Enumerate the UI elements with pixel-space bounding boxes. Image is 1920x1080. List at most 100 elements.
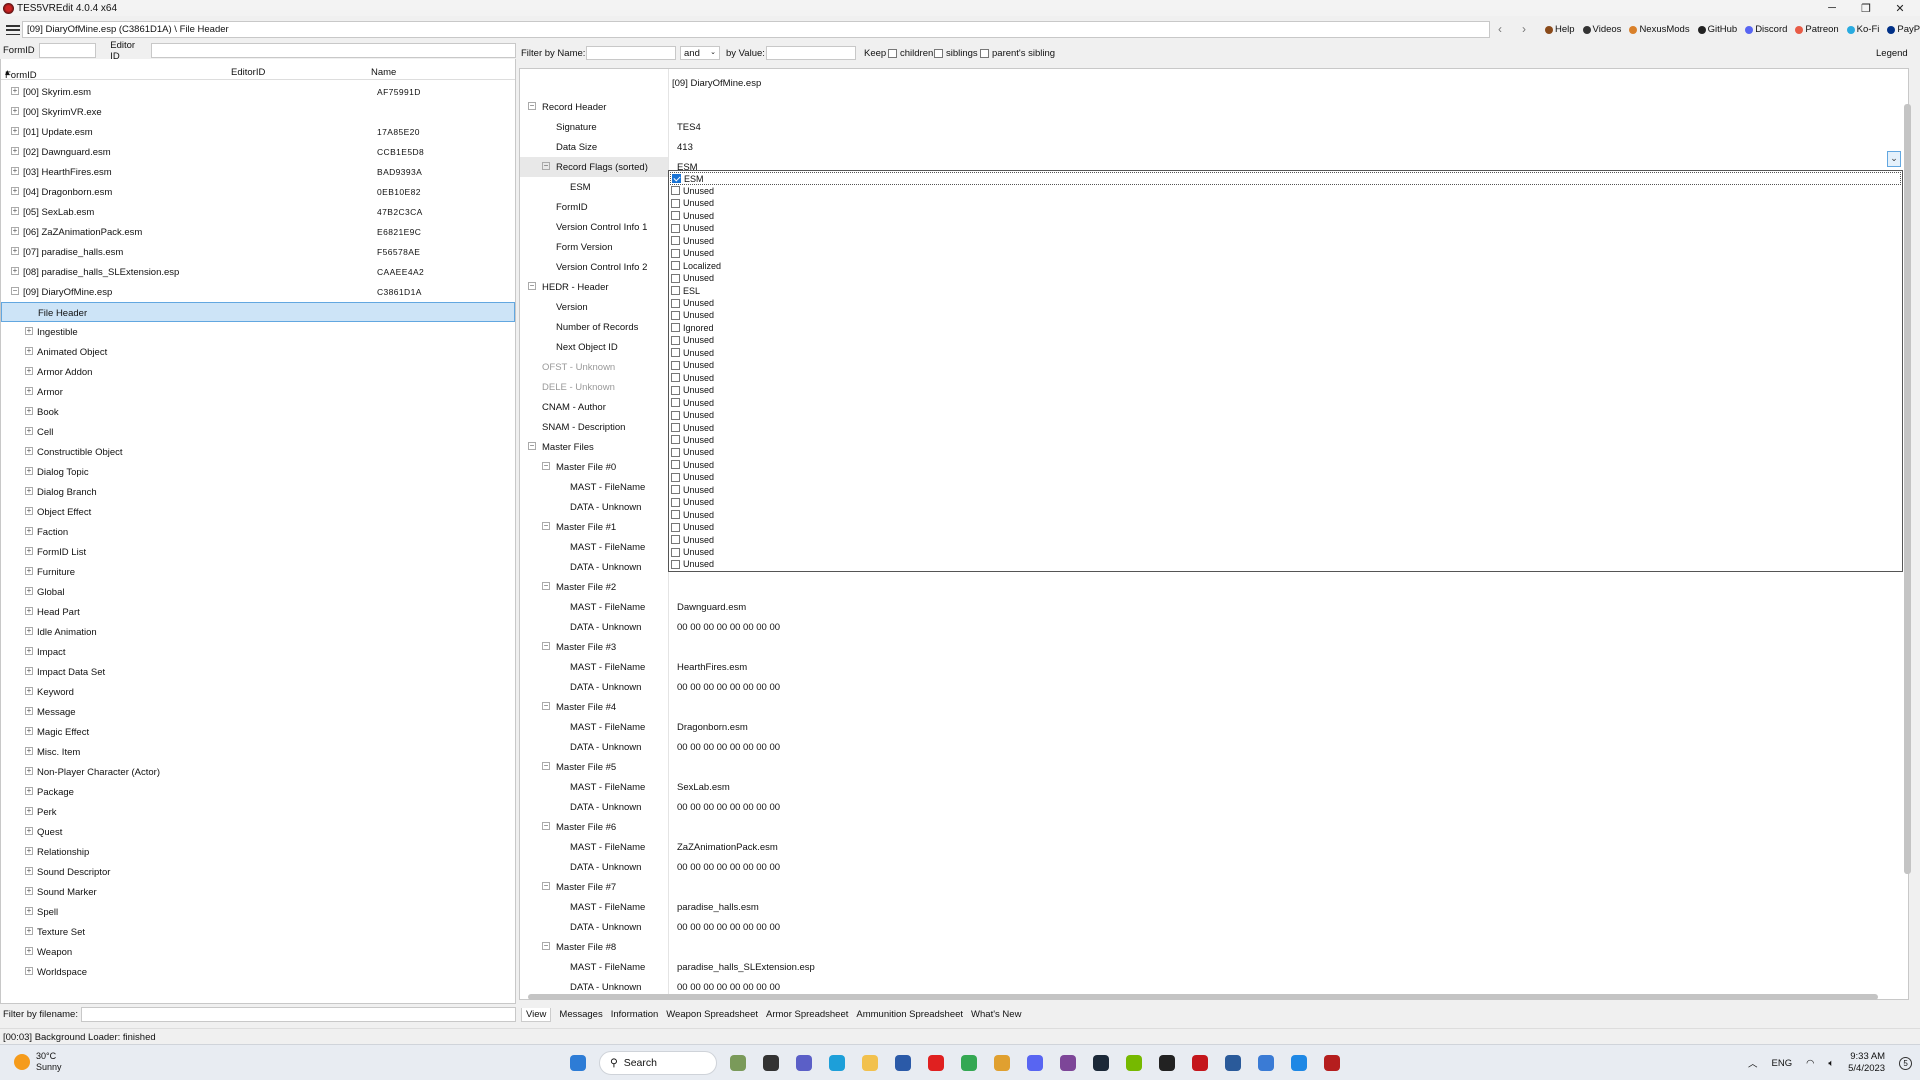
flag-item[interactable]: ESM (670, 172, 1901, 185)
flag-checkbox[interactable] (671, 410, 680, 420)
record-field-row[interactable]: Signature TES4 (520, 117, 1890, 137)
collapse-icon[interactable]: − (542, 702, 550, 710)
keep-children-checkbox[interactable] (888, 49, 897, 58)
restore-icon[interactable]: ❐ (1850, 0, 1882, 16)
flag-item[interactable]: Unused (670, 272, 1901, 285)
link-discord[interactable]: Discord (1745, 24, 1787, 35)
forward-arrow-icon[interactable]: › (1522, 22, 1526, 36)
expand-icon[interactable]: + (25, 487, 33, 495)
link-help[interactable]: Help (1545, 24, 1575, 35)
flag-item[interactable]: Unused (670, 521, 1901, 534)
expand-icon[interactable]: + (11, 227, 19, 235)
expand-icon[interactable]: + (11, 167, 19, 175)
menu-icon[interactable] (6, 25, 20, 35)
folder-icon[interactable] (990, 1051, 1014, 1075)
expand-icon[interactable]: + (11, 127, 19, 135)
expand-icon[interactable]: + (25, 587, 33, 595)
flag-item[interactable]: Ignored (670, 321, 1901, 334)
record-field-row[interactable]: DATA - Unknown 00 00 00 00 00 00 00 00 (520, 677, 1890, 697)
flags-dropdown-chevron-icon[interactable]: ⌄ (1887, 151, 1901, 167)
flag-item[interactable]: Unused (670, 346, 1901, 359)
record-field-row[interactable]: − Master File #2 (520, 577, 1890, 597)
group-row[interactable]: + Perk (1, 802, 515, 822)
plugin-row[interactable]: + [03] HearthFires.esm BAD9393A (1, 162, 515, 182)
flag-checkbox[interactable] (671, 286, 680, 296)
expand-icon[interactable]: + (11, 187, 19, 195)
collapse-icon[interactable]: − (542, 762, 550, 770)
group-row[interactable]: + Dialog Branch (1, 482, 515, 502)
close-icon[interactable]: ✕ (1884, 0, 1916, 16)
keep-parents-sibling-checkbox[interactable] (980, 49, 989, 58)
windows-start-icon[interactable] (566, 1051, 590, 1075)
expand-icon[interactable]: + (25, 707, 33, 715)
expand-icon[interactable]: + (25, 727, 33, 735)
plugin-row[interactable]: + [00] SkyrimVR.exe (1, 102, 515, 122)
flag-checkbox[interactable] (671, 248, 680, 258)
expand-icon[interactable]: + (25, 527, 33, 535)
expand-icon[interactable]: + (25, 967, 33, 975)
tab-information[interactable]: Information (611, 1009, 659, 1020)
record-field-row[interactable]: MAST - FileName ZaZAnimationPack.esm (520, 837, 1890, 857)
column-editorid[interactable]: EditorID (231, 67, 265, 78)
link-paypal[interactable]: PayPal (1887, 24, 1920, 35)
group-row[interactable]: + Worldspace (1, 962, 515, 982)
tes5vredit-icon[interactable] (1320, 1051, 1344, 1075)
expand-icon[interactable]: + (25, 887, 33, 895)
group-row[interactable]: + Impact (1, 642, 515, 662)
flag-checkbox[interactable] (671, 460, 680, 470)
flag-item[interactable]: Unused (670, 359, 1901, 372)
record-field-row[interactable]: DATA - Unknown 00 00 00 00 00 00 00 00 (520, 797, 1890, 817)
chevron-up-icon[interactable]: ︿ (1748, 1056, 1758, 1070)
flag-item[interactable]: Unused (670, 309, 1901, 322)
filter-operator-select[interactable]: and ⌄ (680, 46, 720, 60)
flag-checkbox[interactable] (671, 273, 680, 283)
flag-checkbox[interactable] (671, 335, 680, 345)
collapse-icon[interactable]: − (542, 942, 550, 950)
group-row[interactable]: + Message (1, 702, 515, 722)
group-row[interactable]: + Global (1, 582, 515, 602)
record-field-row[interactable]: MAST - FileName Dragonborn.esm (520, 717, 1890, 737)
group-row[interactable]: + Weapon (1, 942, 515, 962)
flag-item[interactable]: Unused (670, 396, 1901, 409)
flag-item[interactable]: Unused (670, 421, 1901, 434)
flag-checkbox[interactable] (671, 298, 680, 308)
chrome-icon[interactable] (957, 1051, 981, 1075)
group-row[interactable]: + FormID List (1, 542, 515, 562)
flag-item[interactable]: Unused (670, 297, 1901, 310)
editorid-filter-input[interactable] (150, 43, 516, 58)
collapse-icon[interactable]: − (542, 462, 550, 470)
flag-item[interactable]: Unused (670, 184, 1901, 197)
flag-checkbox[interactable] (671, 472, 680, 482)
expand-icon[interactable]: + (25, 947, 33, 955)
expand-icon[interactable]: + (25, 767, 33, 775)
flag-checkbox[interactable] (672, 174, 681, 183)
expand-icon[interactable]: + (11, 267, 19, 275)
expand-icon[interactable]: + (25, 847, 33, 855)
expand-icon[interactable]: + (25, 507, 33, 515)
volume-icon[interactable]: 🔈︎ (1828, 1058, 1834, 1069)
horizontal-scrollbar[interactable] (528, 994, 1878, 1000)
store-icon[interactable] (891, 1051, 915, 1075)
expand-icon[interactable]: + (25, 427, 33, 435)
flag-checkbox[interactable] (671, 535, 680, 545)
tab-what-s-new[interactable]: What's New (971, 1009, 1021, 1020)
flag-item[interactable]: Unused (670, 508, 1901, 521)
link-nexusmods[interactable]: NexusMods (1629, 24, 1690, 35)
taskbar-search[interactable]: ⚲ Search (599, 1051, 717, 1075)
collapse-icon[interactable]: − (542, 822, 550, 830)
flag-item[interactable]: Unused (670, 334, 1901, 347)
group-row[interactable]: + Magic Effect (1, 722, 515, 742)
expand-icon[interactable]: + (11, 247, 19, 255)
record-field-row[interactable]: DATA - Unknown 00 00 00 00 00 00 00 00 (520, 857, 1890, 877)
flag-checkbox[interactable] (671, 435, 680, 445)
expand-icon[interactable]: + (25, 647, 33, 655)
flag-item[interactable]: ESL (670, 284, 1901, 297)
flag-checkbox[interactable] (671, 360, 680, 370)
group-row[interactable]: + Furniture (1, 562, 515, 582)
collapse-icon[interactable]: − (528, 102, 536, 110)
group-row[interactable]: + Sound Descriptor (1, 862, 515, 882)
group-row[interactable]: + Dialog Topic (1, 462, 515, 482)
group-row[interactable]: + Idle Animation (1, 622, 515, 642)
collapse-icon[interactable]: − (542, 642, 550, 650)
flag-item[interactable]: Unused (670, 558, 1901, 571)
